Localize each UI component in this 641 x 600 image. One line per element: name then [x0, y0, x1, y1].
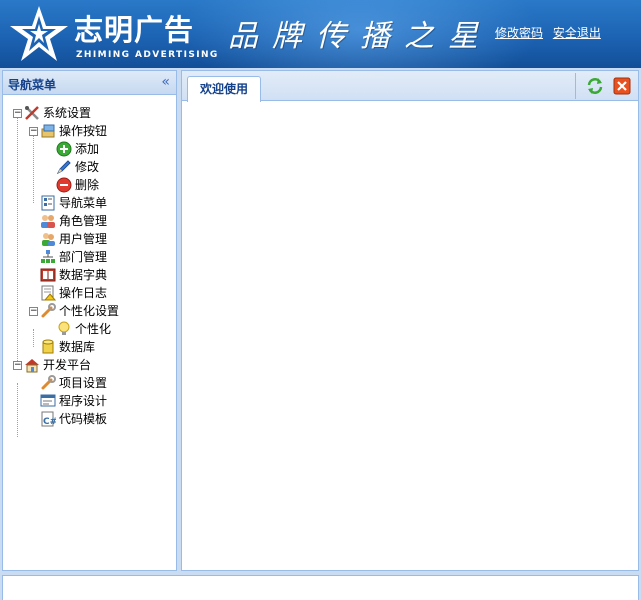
tree-node-system-settings[interactable]: − 系统设置	[3, 104, 176, 122]
menu-icon	[41, 195, 55, 211]
log-icon	[41, 285, 56, 301]
tree-node-label: 删除	[75, 178, 100, 192]
logout-link[interactable]: 安全退出	[553, 26, 601, 40]
tree-node-nav-menu[interactable]: 导航菜单	[3, 194, 176, 212]
collapse-toggle-icon[interactable]: −	[13, 109, 22, 118]
tree-node-operation-log[interactable]: 操作日志	[3, 284, 176, 302]
tree-node-label: 数据字典	[59, 268, 108, 282]
refresh-icon[interactable]	[586, 77, 604, 95]
tree-node-user-management[interactable]: 用户管理	[3, 230, 176, 248]
tree-node-edit[interactable]: 修改	[3, 158, 176, 176]
design-icon	[40, 394, 56, 407]
collapse-toggle-icon[interactable]: −	[29, 127, 38, 136]
tree-node-label: 程序设计	[59, 394, 108, 408]
role-icon	[41, 215, 55, 228]
org-icon	[41, 250, 55, 263]
tree-node-label: 项目设置	[59, 376, 108, 390]
tree-node-label: 代码模板	[59, 412, 108, 426]
add-icon	[56, 141, 72, 157]
tree-node-personalization-settings[interactable]: − 个性化设置	[3, 302, 176, 320]
tree-node-code-template[interactable]: C# 代码模板	[3, 410, 176, 428]
header-slogan: 品牌传播之星	[228, 19, 492, 54]
dictionary-icon	[40, 268, 56, 282]
code-icon: C#	[41, 411, 56, 427]
tree-node-data-dictionary[interactable]: 数据字典	[3, 266, 176, 284]
tree-node-personalization[interactable]: 个性化	[3, 320, 176, 338]
tree-node-project-settings[interactable]: 项目设置	[3, 374, 176, 392]
collapse-icon[interactable]: «	[161, 74, 170, 90]
tab-welcome[interactable]: 欢迎使用	[187, 76, 261, 102]
collapse-toggle-icon[interactable]: −	[13, 361, 22, 370]
nav-panel-header: 导航菜单 «	[3, 71, 176, 95]
change-password-link[interactable]: 修改密码	[495, 26, 543, 40]
database-icon	[42, 339, 54, 354]
pencil-icon	[56, 160, 71, 175]
tree-node-operation-buttons[interactable]: − 操作按钮	[3, 122, 176, 140]
nav-panel-title: 导航菜单	[8, 78, 57, 92]
app-header: 志明广告 ZHIMING ADVERTISING 品牌传播之星 修改密码 安全退…	[0, 0, 641, 68]
tree-node-department-management[interactable]: 部门管理	[3, 248, 176, 266]
tree-node-label: 个性化设置	[59, 304, 120, 318]
user-icon	[42, 233, 55, 246]
status-bar	[2, 575, 639, 600]
tree-node-add[interactable]: 添加	[3, 140, 176, 158]
home-icon	[25, 359, 39, 373]
tree-node-role-management[interactable]: 角色管理	[3, 212, 176, 230]
nav-tree: − 系统设置 − 操作按钮 添加 修改 删除 导航菜单 角色管理 用户管理 部门…	[3, 95, 176, 437]
tree-node-label: 角色管理	[59, 214, 108, 228]
tools-icon	[25, 106, 39, 120]
tree-node-database[interactable]: 数据库	[3, 338, 176, 356]
top-links: 修改密码 安全退出	[495, 24, 607, 41]
delete-icon	[56, 177, 72, 193]
tree-node-label: 开发平台	[43, 358, 92, 372]
tree-node-label: 导航菜单	[59, 196, 108, 210]
tree-node-dev-platform[interactable]: − 开发平台	[3, 356, 176, 374]
content-panel: 欢迎使用	[181, 70, 639, 571]
logo-chinese-name: 志明广告	[74, 13, 195, 47]
tree-node-label: 系统设置	[43, 106, 92, 120]
nav-panel: 导航菜单 « − 系统设置 − 操作按钮 添加 修改 删除 导航菜单 角色管理 …	[2, 70, 177, 571]
wrench-icon	[41, 303, 56, 318]
tree-node-label: 数据库	[59, 340, 96, 354]
svg-text:C#: C#	[43, 417, 56, 427]
tab-bar: 欢迎使用	[182, 71, 638, 102]
logo-english-name: ZHIMING ADVERTISING	[76, 50, 219, 60]
tree-node-delete[interactable]: 删除	[3, 176, 176, 194]
tree-node-program-design[interactable]: 程序设计	[3, 392, 176, 410]
star-logo-icon	[10, 6, 68, 61]
wrench-icon	[41, 375, 56, 390]
tree-node-label: 操作日志	[59, 286, 108, 300]
tree-node-label: 用户管理	[59, 232, 108, 246]
tree-node-label: 添加	[75, 142, 100, 156]
tree-node-label: 修改	[75, 160, 100, 174]
tree-node-label: 操作按钮	[59, 124, 108, 138]
bulb-icon	[58, 321, 70, 335]
tree-node-label: 个性化	[75, 322, 112, 336]
close-icon[interactable]	[613, 77, 631, 95]
toolbar-divider	[575, 73, 576, 99]
tree-node-label: 部门管理	[59, 250, 108, 264]
buttons-icon	[41, 124, 55, 138]
collapse-toggle-icon[interactable]: −	[29, 307, 38, 316]
